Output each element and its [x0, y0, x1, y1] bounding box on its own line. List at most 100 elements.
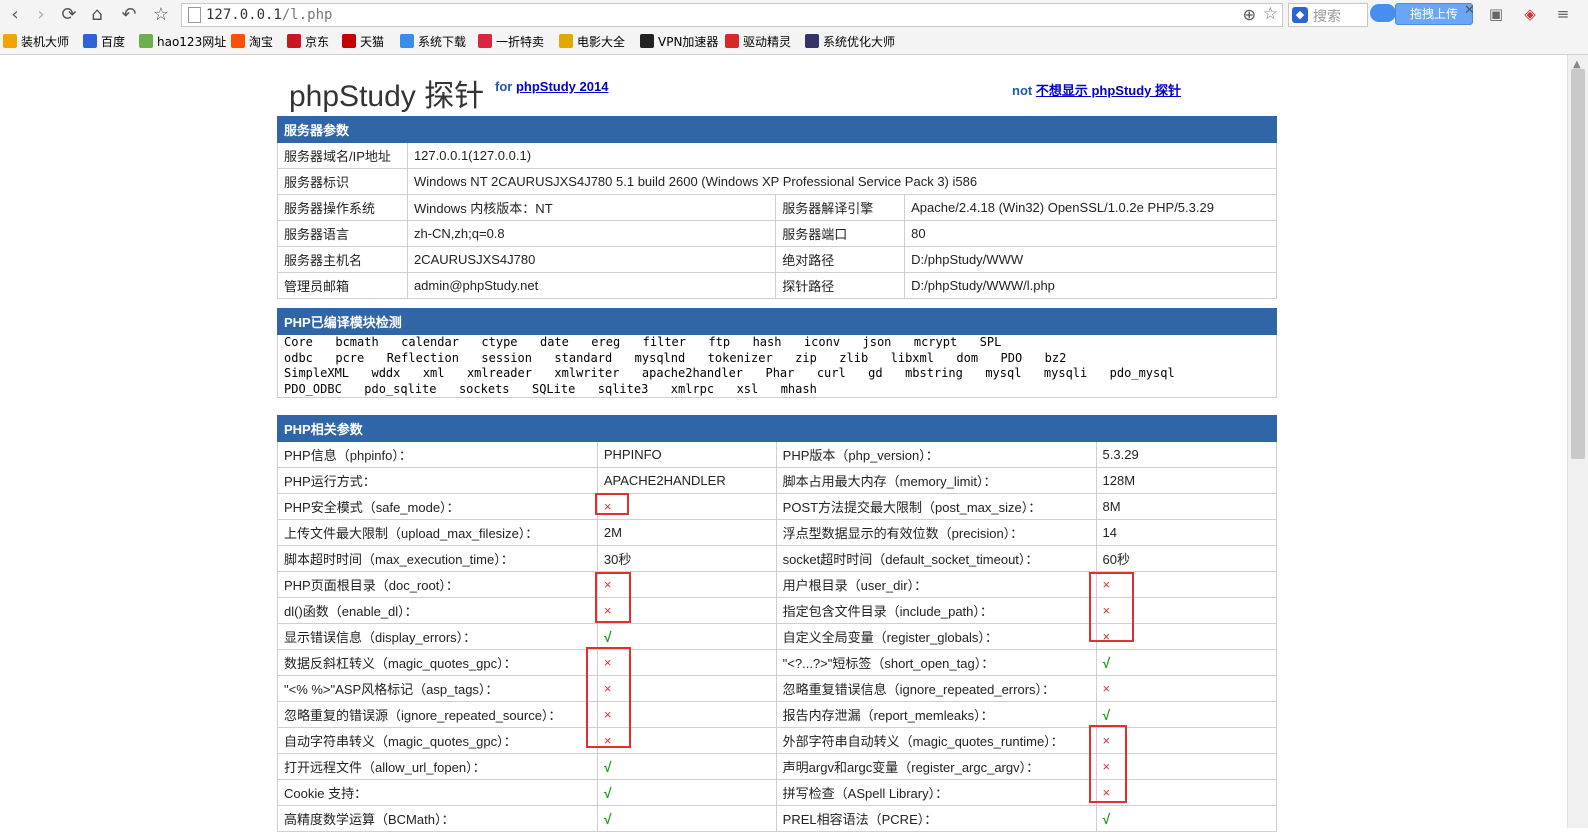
check-mark-icon: √ [1102, 706, 1111, 723]
cell-label: 服务器端口 [775, 220, 906, 247]
search-box[interactable]: ◆ 搜索 [1288, 3, 1368, 27]
bookmark-item[interactable]: 京东 [287, 34, 329, 50]
bookmark-label: VPN加速器 [658, 35, 719, 49]
bookmark-item[interactable]: 天猫 [342, 34, 384, 50]
bookmark-item[interactable]: VPN加速器 [640, 34, 718, 50]
highlight-box [586, 647, 631, 748]
home-icon[interactable]: ⌂ [86, 4, 108, 26]
label-text: 用户根目录（user_dir）： [782, 578, 928, 593]
scroll-thumb[interactable] [1571, 69, 1585, 459]
label-text: 自动字符串转义（magic_quotes_gpc）： [284, 734, 517, 749]
bookmark-favicon-icon [400, 34, 414, 48]
cell-label: 用户根目录（user_dir）： [775, 571, 1097, 598]
value-text: 5.3.29 [1102, 447, 1139, 462]
bookmark-item[interactable]: 系统优化大师 [805, 34, 895, 50]
zoom-icon[interactable]: ⊕ [1243, 5, 1256, 24]
undo-close-tab-icon[interactable]: ↶ [118, 4, 140, 26]
table-row: 忽略重复的错误源（ignore_repeated_source）： × 报告内存泄漏… [277, 701, 1278, 728]
search-input[interactable]: 搜索 [1313, 6, 1341, 26]
vertical-scrollbar[interactable]: ▲ [1567, 55, 1588, 828]
cell-label: 忽略重复的错误源（ignore_repeated_source）： [277, 701, 598, 728]
bookmark-item[interactable]: 驱动精灵 [725, 34, 791, 50]
toolbox-icon[interactable]: ▣ [1487, 5, 1505, 23]
cell-value: PHPINFO [596, 441, 777, 468]
cell-value: D:/phpStudy/WWW [904, 246, 1277, 273]
modules-table: PHP已编译模块检测 Core bcmath calendar ctype da… [277, 308, 1277, 399]
reload-icon[interactable]: ⟳ [58, 4, 80, 26]
bookmark-label: hao123网址 [157, 35, 227, 49]
cell-value: 30秒 [596, 545, 777, 572]
cell-value: 60秒 [1095, 545, 1278, 572]
extension-icon[interactable]: ◈ [1521, 5, 1539, 23]
close-icon[interactable]: ✕ [1464, 3, 1475, 18]
cell-label: 服务器解译引擎 [775, 194, 906, 221]
address-url[interactable]: 127.0.0.1/l.php [206, 7, 332, 23]
bookmark-favicon-icon [559, 34, 573, 48]
cell-label: 指定包含文件目录（include_path）： [775, 597, 1097, 624]
bookmark-item[interactable]: hao123网址 [139, 34, 226, 50]
cell-label: PHP安全模式（safe_mode）： [277, 493, 598, 520]
check-mark-icon: √ [1102, 810, 1111, 827]
back-icon[interactable]: ‹ [4, 4, 26, 26]
value-text: 8M [1102, 499, 1121, 514]
bookmark-item[interactable]: 系统下载 [400, 34, 466, 50]
label-text: 外部字符串自动转义（magic_quotes_runtime）： [782, 734, 1064, 749]
label-text: PHP页面根目录（doc_root）： [284, 578, 459, 593]
cell-label: PHP版本（php_version）： [775, 441, 1097, 468]
cell-label: 外部字符串自动转义（magic_quotes_runtime）： [775, 727, 1097, 754]
bookmark-item[interactable]: 电影大全 [559, 34, 625, 50]
cell-value: √ [1095, 649, 1278, 676]
bookmark-item[interactable]: 淘宝 [231, 34, 273, 50]
hide-probe: not 不想显示 phpStudy 探针 [1012, 80, 1181, 99]
cell-value: Windows 内核版本：NT [406, 194, 777, 221]
bookmark-star-icon[interactable]: ☆ [1263, 4, 1278, 24]
table-row: 服务器主机名 2CAURUSJXS4J780 绝对路径 D:/phpStudy/… [277, 246, 1277, 273]
bookmarks-bar: 装机大师 百度 hao123网址 淘宝 京东 天猫 系统下载 一折特卖 电影大全 VPN加速器 驱动… [0, 30, 1588, 55]
bookmark-favicon-icon [478, 34, 492, 48]
cloud-icon[interactable] [1370, 4, 1396, 22]
cell-value: APACHE2HANDLER [596, 467, 777, 494]
check-mark-icon: √ [603, 784, 612, 801]
value-text: 30秒 [603, 552, 632, 567]
check-mark-icon: √ [603, 758, 612, 775]
cell-label: 自定义全局变量（register_globals）： [775, 623, 1097, 650]
cell-label: 忽略重复错误信息（ignore_repeated_errors）： [775, 675, 1097, 702]
menu-icon[interactable]: ≡ [1554, 5, 1572, 23]
bookmark-favicon-icon [139, 34, 153, 48]
cell-value: √ [596, 623, 777, 650]
cell-label: 数据反斜杠转义（magic_quotes_gpc）： [277, 649, 598, 676]
cell-value: √ [596, 753, 777, 780]
cell-label: dl()函数（enable_dl）： [277, 597, 598, 624]
forward-icon[interactable]: › [30, 4, 52, 26]
favorite-star-icon[interactable]: ☆ [150, 4, 172, 26]
label-text: POST方法提交最大限制（post_max_size）： [782, 500, 1042, 515]
hide-probe-link[interactable]: 不想显示 phpStudy 探针 [1036, 83, 1181, 98]
cell-label: 绝对路径 [775, 246, 906, 273]
cell-label: 报告内存泄漏（report_memleaks）： [775, 701, 1097, 728]
address-path: /l.php [281, 7, 333, 23]
upload-button[interactable]: 拖拽上传 [1395, 3, 1473, 25]
bookmark-item[interactable]: 一折特卖 [478, 34, 544, 50]
value-text: 128M [1102, 473, 1136, 488]
hide-prefix: not [1012, 83, 1033, 98]
label-text: 拼写检查（ASpell Library）： [782, 786, 949, 801]
bookmark-item[interactable]: 百度 [83, 34, 125, 50]
label-text: socket超时时间（default_socket_timeout）： [782, 552, 1039, 567]
check-mark-icon: √ [603, 628, 612, 645]
bookmark-label: 百度 [101, 35, 126, 49]
cell-label: 浮点型数据显示的有效位数（precision）： [775, 519, 1097, 546]
label-text: PHP安全模式（safe_mode）： [284, 500, 460, 515]
cell-label: 服务器语言 [277, 220, 408, 247]
server-params-table: 服务器参数 服务器域名/IP地址 127.0.0.1(127.0.0.1) 服务… [277, 116, 1278, 299]
value-text: PHPINFO [603, 447, 662, 462]
phpstudy-link[interactable]: phpStudy 2014 [516, 79, 608, 94]
address-bar[interactable]: 127.0.0.1/l.php ⊕ ☆ [181, 3, 1283, 27]
label-text: "<% %>"ASP风格标记（asp_tags）： [284, 682, 499, 697]
cell-value: 128M [1095, 467, 1278, 494]
cell-label: "<% %>"ASP风格标记（asp_tags）： [277, 675, 598, 702]
table-row: 服务器域名/IP地址 127.0.0.1(127.0.0.1) [277, 142, 1278, 169]
value-text: 14 [1102, 525, 1117, 540]
bookmark-favicon-icon [231, 34, 245, 48]
highlight-box [595, 493, 629, 515]
bookmark-item[interactable]: 装机大师 [3, 34, 69, 50]
